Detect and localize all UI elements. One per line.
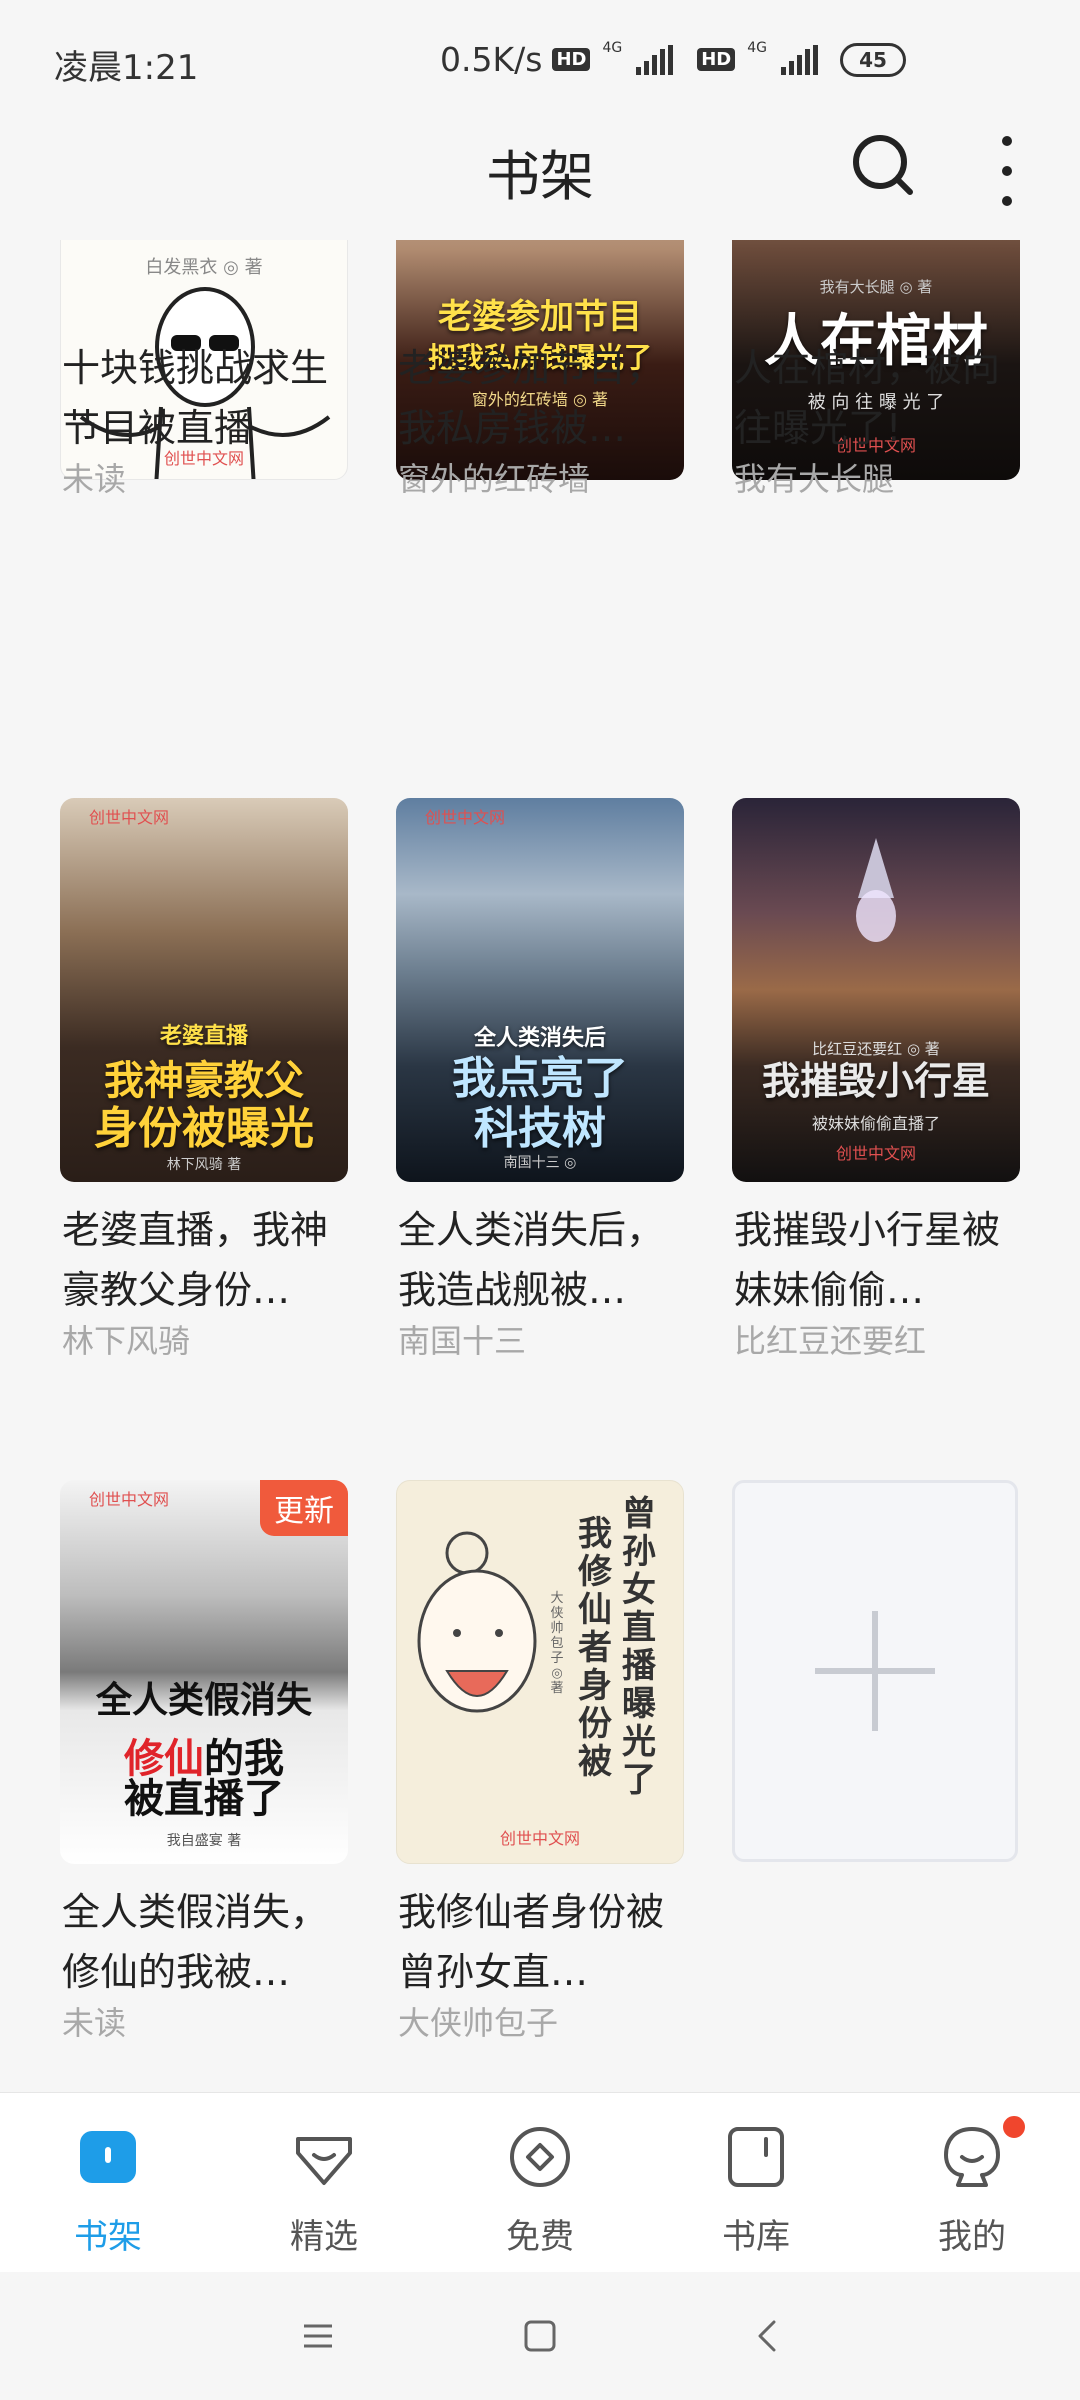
home-icon[interactable] [512, 2308, 568, 2364]
book-cover[interactable]: 比红豆还要红 ◎ 著 我摧毁小行星 被妹妹偷偷直播了 创世中文网 [732, 798, 1020, 1182]
cover-author: 大侠帅包子 ◎ 著 [550, 1591, 564, 1696]
rocket-icon [856, 838, 896, 942]
cover-brand: 创世中文网 [88, 808, 169, 827]
nav-library[interactable]: 书库 [656, 2093, 856, 2273]
book-status: 未读 [62, 2004, 127, 2042]
network-type: 4G [602, 39, 623, 56]
nav-featured[interactable]: 精选 [224, 2093, 424, 2273]
book-title: 老婆参加节目，我私房钱被… [398, 346, 665, 450]
cover-title-line2: 身份被曝光 [94, 1103, 314, 1154]
signal-icon-2 [781, 44, 818, 75]
more-button[interactable] [992, 136, 1022, 206]
nav-label: 精选 [290, 2217, 358, 2257]
cover-author: 林下风骑 著 [166, 1157, 242, 1173]
nav-label: 书库 [722, 2217, 790, 2257]
cover-title-line3: 被直播了 [124, 1776, 284, 1822]
page-title: 书架 [486, 145, 594, 208]
cover-brand: 创世中文网 [424, 808, 505, 827]
bookshelf-icon [80, 2131, 136, 2183]
cover-title-col1: 曾孙女直播曝光了 [622, 1494, 656, 1800]
book-status: 未读 [62, 460, 127, 498]
cover-tag: 老婆直播 [159, 1024, 248, 1049]
cover-title-line1: 老婆参加节目 [438, 297, 642, 337]
library-icon [728, 2127, 784, 2187]
book-title: 十块钱挑战求生节目被直播 [62, 346, 329, 450]
cover-title-line1: 我点亮了 [452, 1053, 628, 1104]
app-header: 书架 [0, 118, 1080, 240]
book-title: 我修仙者身份被曾孙女直… [398, 1890, 665, 1994]
book-cover[interactable]: 创世中文网 更新 全人类假消失 修仙的我 被直播了 我自盛宴 著 [60, 1480, 348, 1864]
battery-level: 45 [859, 47, 887, 72]
cover-author: 我自盛宴 著 [166, 1833, 242, 1849]
system-nav-bar [0, 2272, 1080, 2400]
book-status: 林下风骑 [62, 1322, 191, 1360]
search-button[interactable] [848, 130, 918, 200]
nav-label: 我的 [938, 2217, 1006, 2257]
back-icon[interactable] [740, 2308, 796, 2364]
more-vertical-icon [1002, 136, 1012, 146]
cover-brand: 创世中文网 [835, 1144, 916, 1163]
network-type-2: 4G [747, 39, 767, 56]
book-status: 窗外的红砖墙 [398, 460, 591, 498]
plus-icon [815, 1611, 935, 1731]
book-title: 老婆直播，我神豪教父身份… [62, 1208, 329, 1312]
hd-badge: HD [552, 48, 591, 71]
update-badge: 更新 [260, 1480, 348, 1536]
status-bar: 凌晨1:21 0.5K/s HD 4G HD 4G 45 [0, 0, 1080, 118]
nav-profile[interactable]: 我的 [872, 2093, 1072, 2273]
cover-title-line2: 科技树 [474, 1103, 606, 1154]
status-indicators: 0.5K/s HD 4G HD 4G 45 [440, 40, 906, 79]
add-book-button[interactable] [732, 1480, 1018, 1862]
hd-badge-2: HD [697, 48, 736, 71]
cover-author: 我有大长腿 ◎ 著 [819, 278, 933, 296]
book-status: 比红豆还要红 [734, 1322, 927, 1360]
cover-title-col2: 我修仙者身份被 [578, 1514, 612, 1782]
bookshelf-grid: 白发黑衣 ◎ 著 创世中文网 十块钱挑战求生节目被直播 未读 老婆参加节目 把我… [0, 240, 1080, 2092]
cover-title-line1: 全人类假消失 [95, 1680, 312, 1721]
status-time: 凌晨1:21 [54, 48, 199, 88]
bottom-nav: 书架 精选 免费 书库 我的 [0, 2092, 1080, 2273]
cover-title-line1: 我摧毁小行星 [761, 1059, 990, 1103]
cartoon-girl-icon [417, 1531, 537, 1713]
book-cover[interactable]: 曾孙女直播曝光了 我修仙者身份被 大侠帅包子 ◎ 著 创世中文网 [396, 1480, 684, 1864]
cover-tag: 全人类消失后 [473, 1026, 606, 1051]
network-speed: 0.5K/s [440, 40, 543, 79]
nav-label: 书架 [74, 2217, 142, 2257]
book-title: 我摧毁小行星被妹妹偷偷… [734, 1208, 1001, 1312]
nav-bookshelf[interactable]: 书架 [8, 2093, 208, 2273]
profile-icon [944, 2127, 1000, 2187]
cover-subtitle: 被妹妹偷偷直播了 [811, 1114, 940, 1133]
book-cover[interactable]: 创世中文网 老婆直播 我神豪教父 身份被曝光 林下风骑 著 [60, 798, 348, 1182]
book-status: 大侠帅包子 [398, 2004, 559, 2042]
gem-icon [296, 2137, 352, 2185]
cover-author: 白发黑衣 ◎ 著 [145, 257, 263, 278]
book-title: 全人类消失后，我造战舰被… [398, 1208, 665, 1312]
book-status: 我有大长腿 [734, 460, 895, 498]
cover-author: 南国十三 ◎ [503, 1155, 577, 1171]
menu-icon[interactable] [290, 2308, 346, 2364]
book-title: 全人类假消失，修仙的我被… [62, 1890, 329, 1994]
book-title: 人在棺材，被向往曝光了! [734, 346, 1001, 450]
nav-label: 免费 [506, 2217, 574, 2257]
cover-brand: 创世中文网 [499, 1829, 580, 1848]
book-cover[interactable]: 创世中文网 全人类消失后 我点亮了 科技树 南国十三 ◎ [396, 798, 684, 1182]
book-status: 南国十三 [398, 1322, 527, 1360]
nav-free[interactable]: 免费 [440, 2093, 640, 2273]
search-icon [853, 135, 913, 195]
notification-dot [1000, 2113, 1028, 2141]
battery-icon: 45 [840, 42, 906, 77]
signal-icon [636, 44, 674, 75]
cover-title-line1: 我神豪教父 [104, 1058, 304, 1104]
free-icon [510, 2127, 570, 2187]
cover-author: 比红豆还要红 ◎ 著 [812, 1040, 940, 1058]
